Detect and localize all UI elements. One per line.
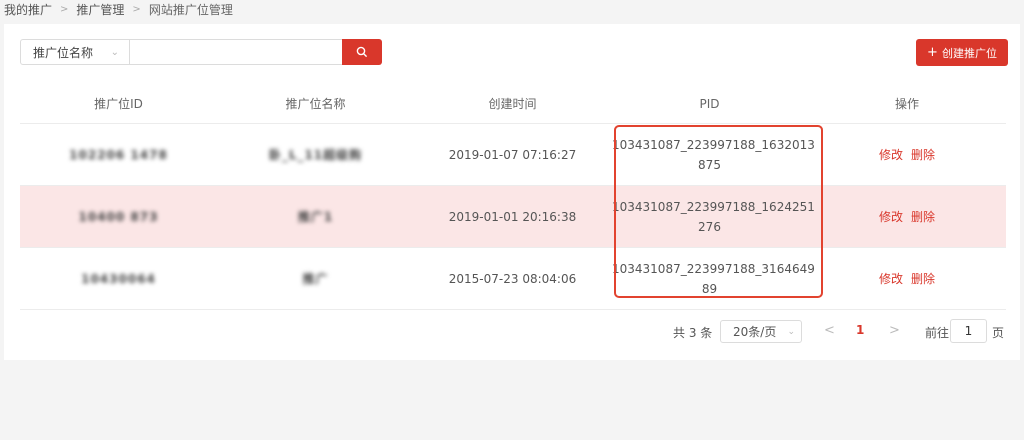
search-icon (356, 46, 368, 58)
cell-created: 2019-01-01 20:16:38 (414, 185, 611, 248)
delete-link[interactable]: 删除 (911, 210, 935, 224)
search-box: 推广位名称 ⌄ (20, 39, 381, 65)
edit-link[interactable]: 修改 (879, 272, 903, 286)
cell-name: 推广1 (217, 185, 414, 248)
column-header-actions: 操作 (808, 84, 1006, 124)
delete-link[interactable]: 删除 (911, 272, 935, 286)
column-header-name: 推广位名称 (217, 84, 414, 124)
table-row: 10430064 推广 2015-07-23 08:04:06 10343108… (20, 247, 1006, 310)
search-field-select-label: 推广位名称 (33, 45, 94, 60)
column-header-id: 推广位ID (20, 84, 217, 124)
blurred-name: 推广 (302, 271, 329, 286)
search-button[interactable] (342, 39, 382, 65)
goto-unit: 页 (992, 326, 1005, 340)
create-position-label: 创建推广位 (941, 46, 997, 60)
cell-pid: 103431087_223997188_1624251 276 (611, 185, 815, 248)
chevron-right-icon: > (132, 3, 141, 15)
blurred-id: 102206 1478 (69, 147, 168, 162)
positions-table: 推广位ID 推广位名称 创建时间 PID 操作 102206 1478 卧_L_… (20, 84, 1006, 310)
pid-line1: 103431087_223997188_1624251 (612, 199, 815, 214)
cell-name: 卧_L_11超级购 (217, 123, 414, 186)
cell-actions: 修改 删除 (808, 123, 1006, 186)
breadcrumb-my-promotion[interactable]: 我的推广 (4, 1, 52, 18)
pagination-total: 共 3 条 (673, 326, 713, 340)
table-row: 102206 1478 卧_L_11超级购 2019-01-07 07:16:2… (20, 123, 1006, 186)
cell-name: 推广 (217, 247, 414, 310)
table-row: 10400 873 推广1 2019-01-01 20:16:38 103431… (20, 185, 1006, 248)
table-header-row: 推广位ID 推广位名称 创建时间 PID 操作 (20, 84, 1006, 124)
cell-pid: 103431087_223997188_3164649 89 (611, 247, 815, 310)
edit-link[interactable]: 修改 (879, 210, 903, 224)
pid-line2: 875 (698, 157, 721, 172)
pid-line1: 103431087_223997188_3164649 (612, 261, 815, 276)
plus-icon: + (927, 45, 938, 60)
main-panel: 推广位名称 ⌄ + 创建推广位 推广位ID 推广位名称 创建时间 PID 操作 (4, 24, 1020, 360)
breadcrumb: 我的推广 > 推广管理 > 网站推广位管理 (4, 0, 233, 18)
pid-line1: 103431087_223997188_1632013 (612, 137, 815, 152)
next-page-icon[interactable]: > (889, 323, 900, 338)
breadcrumb-current: 网站推广位管理 (148, 2, 233, 17)
chevron-down-icon: ⌄ (110, 46, 119, 58)
page-size-label: 20条/页 (733, 325, 777, 339)
blurred-name: 卧_L_11超级购 (268, 147, 363, 162)
pid-line2: 276 (698, 219, 721, 234)
pid-line2: 89 (701, 281, 718, 296)
create-position-button[interactable]: + 创建推广位 (916, 39, 1008, 66)
cell-pid: 103431087_223997188_1632013 875 (611, 123, 815, 186)
blurred-name: 推广1 (297, 209, 334, 224)
goto-label: 前往 (925, 326, 950, 340)
cell-created: 2019-01-07 07:16:27 (414, 123, 611, 186)
goto-page-input[interactable] (950, 319, 987, 343)
page-number-current[interactable]: 1 (856, 323, 864, 337)
blurred-id: 10400 873 (78, 209, 159, 224)
cell-actions: 修改 删除 (808, 185, 1006, 248)
blurred-id: 10430064 (81, 271, 156, 286)
search-field-select[interactable]: 推广位名称 ⌄ (21, 40, 130, 64)
prev-page-icon[interactable]: < (824, 323, 835, 338)
chevron-right-icon: > (60, 3, 69, 15)
cell-id: 102206 1478 (20, 123, 217, 186)
cell-created: 2015-07-23 08:04:06 (414, 247, 611, 310)
page-size-select[interactable]: 20条/页 ⌄ (720, 320, 802, 343)
edit-link[interactable]: 修改 (879, 148, 903, 162)
column-header-pid: PID (611, 84, 808, 124)
cell-id: 10400 873 (20, 185, 217, 248)
cell-id: 10430064 (20, 247, 217, 310)
cell-actions: 修改 删除 (808, 247, 1006, 310)
breadcrumb-promotion-management[interactable]: 推广管理 (76, 1, 124, 18)
chevron-down-icon: ⌄ (787, 326, 795, 337)
delete-link[interactable]: 删除 (911, 148, 935, 162)
column-header-created: 创建时间 (414, 84, 611, 124)
